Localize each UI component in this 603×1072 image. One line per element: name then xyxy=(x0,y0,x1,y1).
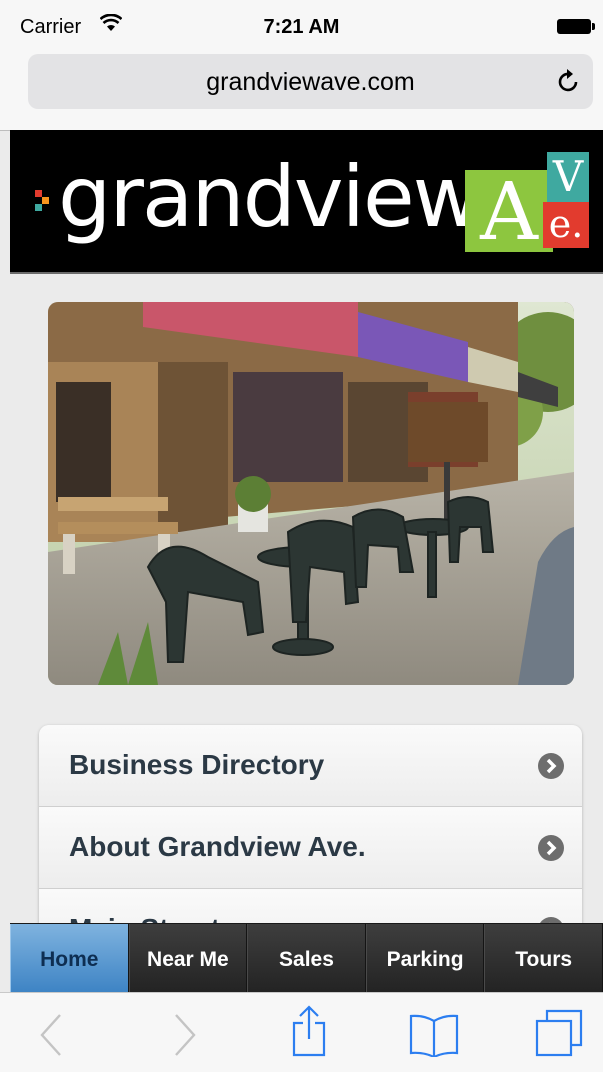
tab-label: Tours xyxy=(515,948,573,971)
logo-letter-v: V xyxy=(547,152,589,202)
forward-icon[interactable] xyxy=(172,1013,198,1062)
tab-label: Parking xyxy=(386,948,464,971)
tabs-icon[interactable] xyxy=(535,1009,583,1062)
tab-tours[interactable]: Tours xyxy=(484,924,603,993)
menu-item-label: About Grandview Ave. xyxy=(69,831,366,862)
logo-letter-a: A xyxy=(465,170,553,254)
battery-icon xyxy=(557,19,595,34)
tab-bar: Home Near Me Sales Parking Tours xyxy=(10,923,603,993)
tab-parking[interactable]: Parking xyxy=(365,924,485,993)
reload-icon[interactable] xyxy=(557,68,581,99)
browser-address-area: grandviewave.com xyxy=(0,40,603,131)
tab-sales[interactable]: Sales xyxy=(247,924,366,993)
menu-item-business-directory[interactable]: Business Directory xyxy=(39,725,582,807)
share-icon[interactable] xyxy=(290,1005,328,1062)
logo-mark: A V e. xyxy=(465,152,591,254)
tab-near-me[interactable]: Near Me xyxy=(128,924,248,993)
clock: 7:21 AM xyxy=(263,16,340,38)
tab-label: Near Me xyxy=(147,948,229,971)
site-header: grandview A V e. xyxy=(10,130,603,274)
logo-dots xyxy=(35,190,49,212)
logo-letter-e: e. xyxy=(543,202,589,248)
chevron-right-icon xyxy=(538,753,564,779)
address-bar[interactable]: grandviewave.com xyxy=(28,54,593,109)
chevron-right-icon xyxy=(538,835,564,861)
bookmarks-icon[interactable] xyxy=(408,1013,460,1062)
hero-photo xyxy=(48,302,574,685)
browser-toolbar xyxy=(0,992,603,1072)
back-icon[interactable] xyxy=(38,1013,64,1062)
status-bar: Carrier 7:21 AM xyxy=(0,0,603,40)
logo-wordmark[interactable]: grandview xyxy=(58,148,481,246)
tab-label: Home xyxy=(40,948,99,971)
menu-item-about[interactable]: About Grandview Ave. xyxy=(39,807,582,889)
url-text[interactable]: grandviewave.com xyxy=(28,68,553,97)
tab-home[interactable]: Home xyxy=(10,924,129,993)
tab-label: Sales xyxy=(279,948,334,971)
menu-item-label: Business Directory xyxy=(69,749,325,780)
